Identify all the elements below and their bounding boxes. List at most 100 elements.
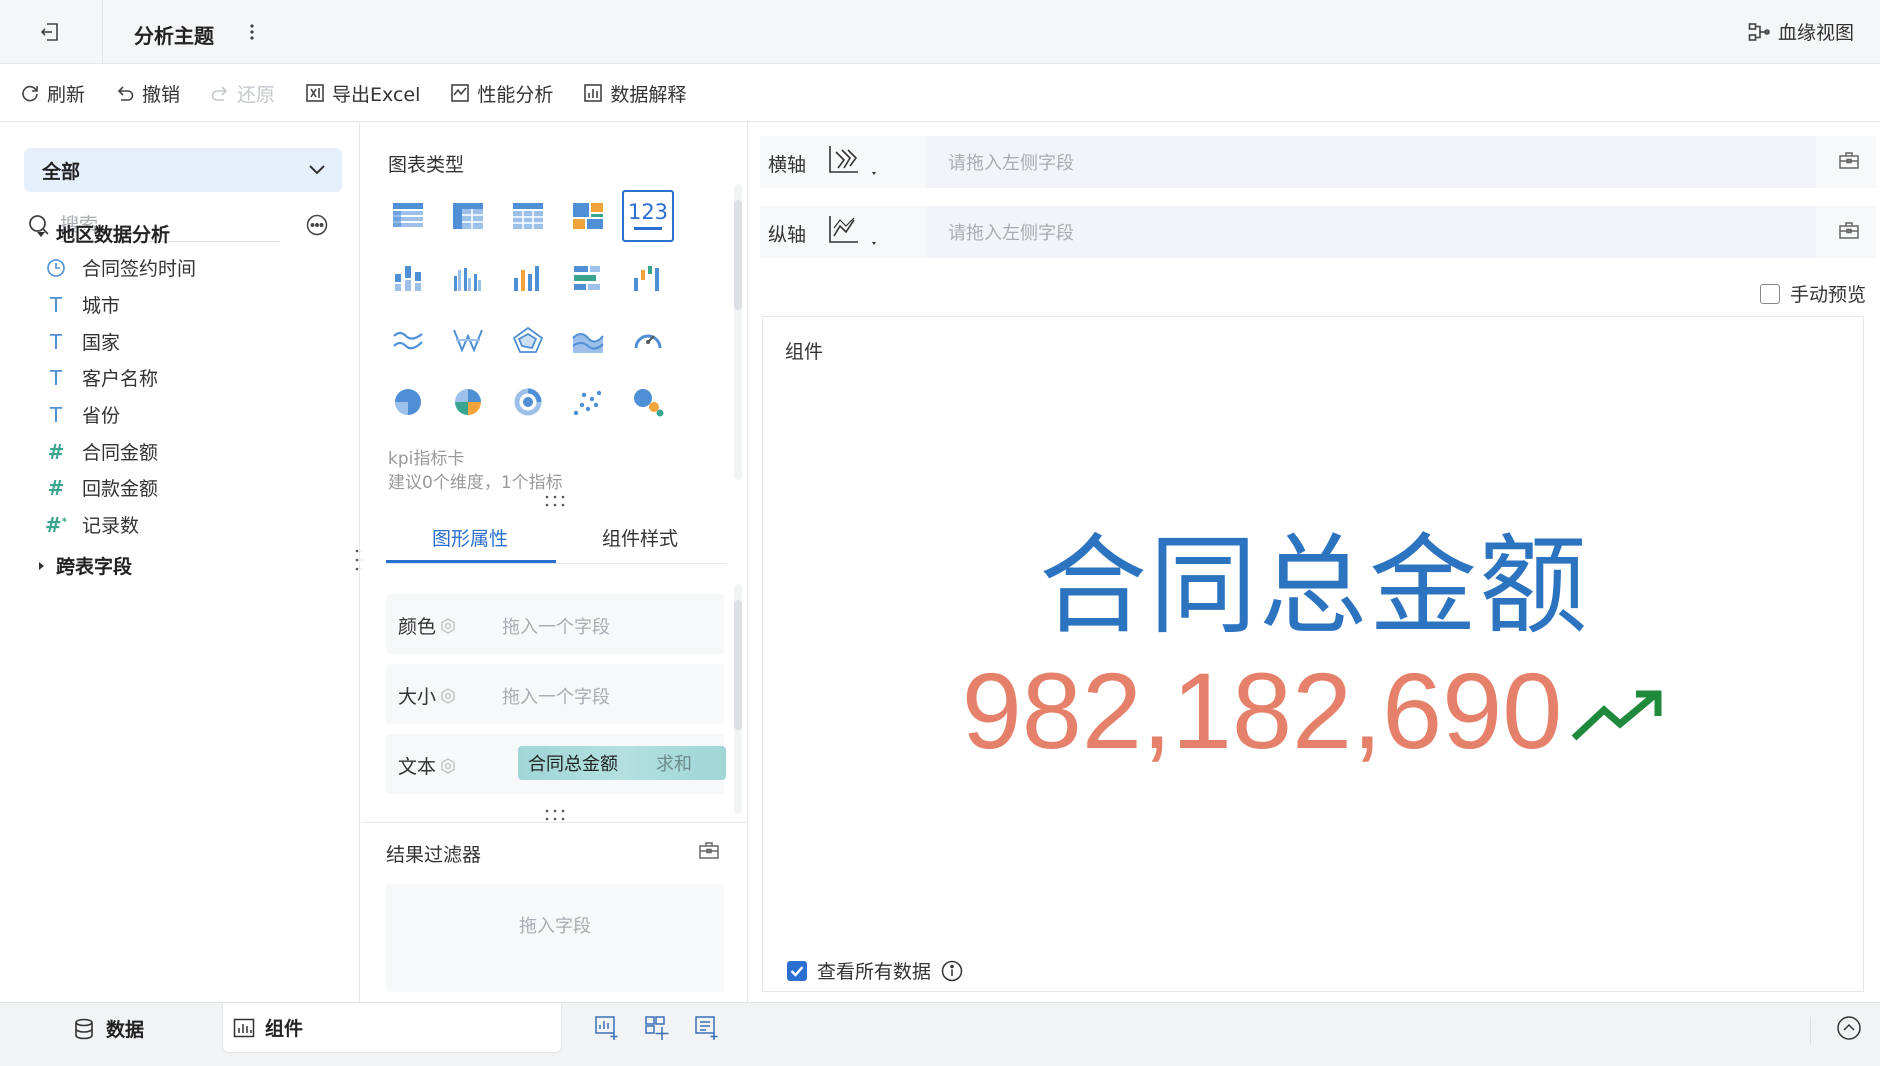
tab-widget[interactable]: 组件 — [222, 1003, 562, 1053]
y-axis-type-select[interactable] — [826, 214, 882, 250]
x-axis-drop-zone[interactable]: 请拖入左侧字段 — [926, 136, 1816, 188]
manual-preview-toggle[interactable]: 手动预览 — [1759, 280, 1866, 307]
property-label: 文本 — [398, 752, 456, 779]
property-row-size: 大小 拖入一个字段 — [386, 664, 724, 724]
drag-handle-icon — [545, 809, 565, 821]
tree-group-region-analysis[interactable]: 地区数据分析 — [36, 220, 170, 247]
field-item[interactable]: T 国家 — [44, 328, 120, 355]
widget-canvas-panel: 横轴 请拖入左侧字段 纵轴 请拖入左侧字段 手动预览 组件 合同总金额 982,… — [748, 122, 1880, 1002]
section-resize-handle[interactable] — [543, 494, 567, 508]
tab-widget-style[interactable]: 组件样式 — [602, 524, 678, 551]
field-item[interactable]: # 合同金额 — [44, 438, 158, 465]
scrollbar-thumb[interactable] — [734, 200, 742, 310]
scrollbar-thumb[interactable] — [734, 600, 742, 730]
bar-chart-icon — [233, 1018, 255, 1037]
scope-select[interactable]: 全部 — [24, 148, 342, 192]
text-type-icon: T — [49, 329, 63, 354]
chart-type-waterfall[interactable] — [622, 252, 674, 304]
field-item[interactable]: # 回款金额 — [44, 474, 158, 501]
chart-type-detail-table[interactable] — [502, 190, 554, 242]
chart-type-pie[interactable] — [382, 376, 434, 428]
view-all-data-toggle[interactable]: 查看所有数据 — [787, 957, 963, 984]
toolbox-icon — [1839, 152, 1859, 169]
chart-type-stacked-bar[interactable] — [382, 252, 434, 304]
multi-pie-icon — [455, 389, 481, 415]
view-all-data-checkbox[interactable] — [787, 960, 807, 981]
collapse-button[interactable] — [1836, 1015, 1862, 1041]
chart-type-color-block[interactable] — [562, 190, 614, 242]
toolbar: 刷新 撤销 还原 导出Excel 性能分析 数据解释 — [0, 65, 1880, 122]
x-axis-type-icon — [829, 146, 876, 175]
settings-icon[interactable] — [440, 617, 456, 634]
x-axis-type-select[interactable] — [826, 144, 882, 180]
manual-preview-checkbox[interactable] — [1759, 283, 1780, 304]
chart-type-radar[interactable] — [502, 314, 554, 366]
undo-button[interactable]: 撤销 — [115, 80, 180, 107]
x-axis-label: 横轴 — [768, 154, 807, 176]
chart-type-cross-table[interactable] — [442, 190, 494, 242]
excel-icon — [306, 84, 324, 102]
export-excel-button[interactable]: 导出Excel — [305, 80, 420, 107]
info-icon[interactable] — [941, 960, 963, 982]
y-axis-label: 纵轴 — [768, 224, 807, 246]
tab-graphic-properties[interactable]: 图形属性 — [432, 524, 508, 551]
filter-drop-zone[interactable]: 拖入字段 — [386, 884, 724, 992]
chart-type-line[interactable] — [382, 314, 434, 366]
add-story-button[interactable] — [694, 1015, 724, 1045]
field-item[interactable]: T 省份 — [44, 401, 120, 428]
color-field-drop-zone[interactable]: 拖入一个字段 — [502, 613, 610, 639]
settings-icon[interactable] — [440, 757, 456, 774]
size-field-drop-zone[interactable]: 拖入一个字段 — [502, 683, 610, 709]
more-options-button[interactable] — [240, 18, 264, 46]
text-field-pill[interactable]: 合同总金额 求和 — [518, 746, 726, 780]
add-dashboard-button[interactable] — [644, 1015, 674, 1045]
filter-drop-placeholder: 拖入字段 — [519, 916, 591, 937]
chart-type-grouped-bar[interactable] — [442, 252, 494, 304]
redo-button[interactable]: 还原 — [210, 80, 275, 107]
chart-type-horizontal-bar[interactable] — [562, 252, 614, 304]
tab-data-label: 数据 — [106, 1019, 145, 1041]
y-axis-drop-zone[interactable]: 请拖入左侧字段 — [926, 206, 1816, 258]
more-horizontal-icon[interactable] — [306, 214, 328, 236]
lineage-label: 血缘视图 — [1777, 22, 1854, 44]
filter-settings-button[interactable] — [698, 840, 720, 860]
result-filter-title: 结果过滤器 — [386, 844, 482, 866]
field-label: 省份 — [82, 405, 121, 427]
aggregation-label[interactable]: 求和 — [636, 750, 692, 776]
chart-type-scatter[interactable] — [562, 376, 614, 428]
performance-analysis-button[interactable]: 性能分析 — [450, 80, 553, 107]
field-item[interactable]: 合同签约时间 — [44, 254, 196, 281]
refresh-button[interactable]: 刷新 — [20, 80, 85, 107]
chart-type-area[interactable] — [562, 314, 614, 366]
section-resize-handle[interactable] — [543, 808, 567, 822]
property-scrollbar[interactable] — [734, 584, 742, 814]
exit-button[interactable] — [22, 12, 78, 52]
chart-type-donut[interactable] — [502, 376, 554, 428]
lineage-view-button[interactable]: 血缘视图 — [1748, 18, 1854, 45]
tree-group-cross-table[interactable]: 跨表字段 — [36, 552, 132, 579]
chart-type-bubble[interactable] — [622, 376, 674, 428]
kpi-value: 982,182,690 — [961, 650, 1563, 771]
table-chart-icon — [393, 203, 423, 227]
chart-type-gauge[interactable] — [622, 314, 674, 366]
x-axis-settings-button[interactable] — [1838, 150, 1860, 170]
chart-type-bar[interactable] — [502, 252, 554, 304]
chart-type-kpi-card[interactable]: 123 — [622, 190, 674, 242]
kpi-value-row: 982,182,690 — [763, 657, 1865, 765]
tab-data[interactable]: 数据 — [74, 1015, 144, 1042]
chart-type-multi-pie[interactable] — [442, 376, 494, 428]
add-widget-button[interactable] — [594, 1015, 624, 1045]
settings-icon[interactable] — [440, 687, 456, 704]
view-all-data-label: 查看所有数据 — [817, 961, 932, 983]
field-item[interactable]: T 客户名称 — [44, 364, 158, 391]
data-explain-button[interactable]: 数据解释 — [583, 80, 686, 107]
field-item[interactable]: T 城市 — [44, 291, 120, 318]
field-item[interactable]: #* 记录数 — [44, 511, 139, 538]
toolbox-icon — [699, 842, 719, 859]
chart-type-radar-line[interactable] — [442, 314, 494, 366]
undo-icon — [117, 86, 134, 101]
number-type-icon: # — [47, 439, 65, 464]
chart-grid-scrollbar[interactable] — [734, 184, 742, 480]
y-axis-settings-button[interactable] — [1838, 220, 1860, 240]
chart-type-table[interactable] — [382, 190, 434, 242]
